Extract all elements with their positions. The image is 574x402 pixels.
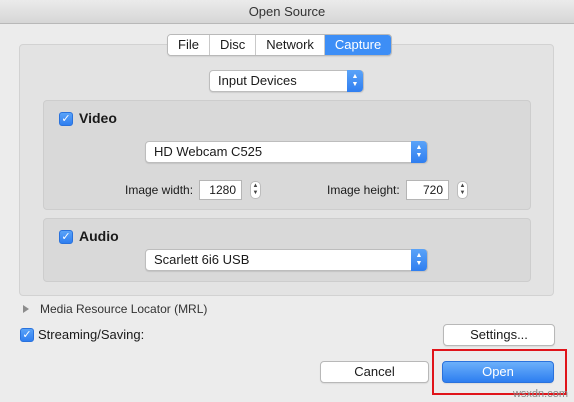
tab-disc[interactable]: Disc	[209, 35, 257, 55]
source-tabs: File Disc Network Capture	[167, 34, 393, 56]
chevron-updown-icon: ▲ ▼	[411, 249, 427, 271]
image-width-label: Image width:	[125, 183, 194, 197]
watermark: wsxdn.com	[512, 388, 568, 400]
tab-file[interactable]: File	[168, 35, 210, 55]
streaming-label: Streaming/Saving:	[38, 327, 145, 342]
disclosure-triangle-icon[interactable]	[23, 305, 29, 313]
capture-mode-select[interactable]: Input Devices ▲ ▼	[209, 70, 364, 92]
image-height-stepper[interactable]: ▲ ▼	[457, 181, 468, 199]
image-width-field[interactable]: 1280	[199, 180, 242, 200]
tab-capture[interactable]: Capture	[324, 35, 392, 55]
window-title: Open Source	[0, 0, 574, 24]
video-checkbox[interactable]: ✓	[59, 112, 73, 126]
tab-network[interactable]: Network	[256, 35, 325, 55]
audio-checkbox[interactable]: ✓	[59, 230, 73, 244]
streaming-checkbox[interactable]: ✓	[20, 328, 34, 342]
audio-device-select[interactable]: Scarlett 6i6 USB ▲ ▼	[145, 249, 428, 271]
chevron-updown-icon: ▲ ▼	[411, 141, 427, 163]
video-label: Video	[79, 110, 117, 126]
image-height-label: Image height:	[327, 183, 400, 197]
capture-mode-value: Input Devices	[218, 73, 297, 88]
mrl-label: Media Resource Locator (MRL)	[40, 302, 208, 316]
video-device-value: HD Webcam C525	[154, 144, 263, 159]
audio-label: Audio	[79, 228, 119, 244]
settings-button[interactable]: Settings...	[443, 324, 555, 346]
audio-device-value: Scarlett 6i6 USB	[154, 252, 250, 267]
cancel-button[interactable]: Cancel	[320, 361, 429, 383]
image-width-stepper[interactable]: ▲ ▼	[250, 181, 261, 199]
chevron-updown-icon: ▲ ▼	[347, 70, 363, 92]
image-height-field[interactable]: 720	[406, 180, 449, 200]
video-device-select[interactable]: HD Webcam C525 ▲ ▼	[145, 141, 428, 163]
